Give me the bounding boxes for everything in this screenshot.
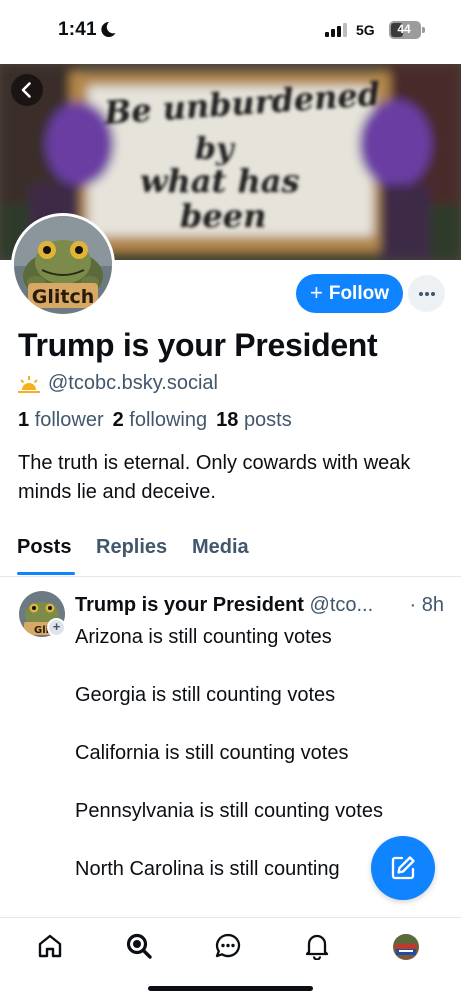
chat-icon: [215, 933, 241, 958]
post-header: Trump is your President @tco...: [75, 594, 445, 617]
nav-profile-avatar[interactable]: [393, 934, 419, 960]
followers-count: 1: [18, 409, 30, 431]
compose-button[interactable]: [371, 836, 435, 900]
ellipsis-icon: [418, 291, 435, 296]
tab-posts[interactable]: Posts: [17, 536, 71, 559]
tab-media[interactable]: Media: [192, 536, 249, 559]
notifications-icon: [305, 934, 329, 960]
svg-text:been: been: [180, 197, 266, 235]
profile-stats: 1 follower 2 following 18 posts: [18, 409, 292, 432]
post-text-line: California is still counting votes: [75, 742, 349, 764]
battery-tip: [422, 27, 425, 33]
posts-label: posts: [243, 409, 292, 431]
svg-text:what has: what has: [140, 162, 299, 200]
post-author-handle[interactable]: @tco...: [310, 594, 374, 616]
follow-button[interactable]: + Follow: [296, 274, 403, 313]
handle-row: @tcobc.bsky.social: [18, 372, 218, 395]
nav-home[interactable]: [35, 931, 65, 961]
followers-link[interactable]: 1 follower: [18, 409, 104, 431]
tab-replies[interactable]: Replies: [96, 536, 167, 559]
follow-label: Follow: [328, 282, 389, 304]
profile-tabs: Posts Replies Media: [0, 532, 461, 577]
post-text-line: Pennsylvania is still counting votes: [75, 800, 383, 822]
profile-avatar[interactable]: Glitch: [11, 213, 115, 317]
followers-label: follower: [34, 409, 104, 431]
battery-label: 44: [397, 22, 411, 36]
post-text-line: Arizona is still counting votes: [75, 626, 332, 648]
plus-icon: +: [309, 279, 323, 305]
moon-icon: [100, 21, 116, 43]
posts-count: 18: [216, 409, 239, 431]
profile-bio: The truth is eternal. Only cowards with …: [18, 452, 411, 503]
signal-icon: [325, 23, 347, 42]
following-link[interactable]: 2 following: [113, 409, 208, 431]
following-count: 2: [112, 409, 124, 431]
post-author-name[interactable]: Trump is your President: [75, 594, 304, 616]
battery-icon: 44: [389, 21, 421, 39]
following-label: following: [129, 409, 208, 431]
posts-stat: 18 posts: [216, 409, 292, 431]
chevron-left-icon: [21, 82, 31, 98]
compose-icon: [391, 856, 415, 880]
nav-notifications[interactable]: [302, 931, 332, 961]
more-options-button[interactable]: [408, 275, 445, 312]
post-text-line: North Carolina is still counting: [75, 858, 340, 880]
profile-avatar-icon: [393, 934, 419, 960]
follow-plus-badge[interactable]: +: [47, 618, 66, 637]
active-tab-indicator: [17, 572, 75, 575]
avatar-caption: Glitch: [32, 286, 95, 308]
post-timestamp[interactable]: · 8h: [410, 594, 444, 617]
nav-chat[interactable]: [213, 931, 243, 961]
nav-search[interactable]: [124, 931, 154, 961]
network-label: 5G: [356, 22, 375, 38]
post-text-line: Georgia is still counting votes: [75, 684, 336, 706]
search-icon: [126, 933, 152, 959]
back-button[interactable]: [11, 74, 43, 106]
status-bar: 1:41 5G 44: [0, 0, 461, 64]
home-indicator: [148, 986, 313, 991]
status-time: 1:41: [58, 19, 97, 40]
display-name: Trump is your President: [18, 327, 378, 363]
sun-emoji-icon: [18, 375, 40, 393]
home-icon: [38, 934, 62, 958]
profile-handle[interactable]: @tcobc.bsky.social: [48, 372, 218, 395]
avatar-image: Glitch: [14, 216, 112, 314]
